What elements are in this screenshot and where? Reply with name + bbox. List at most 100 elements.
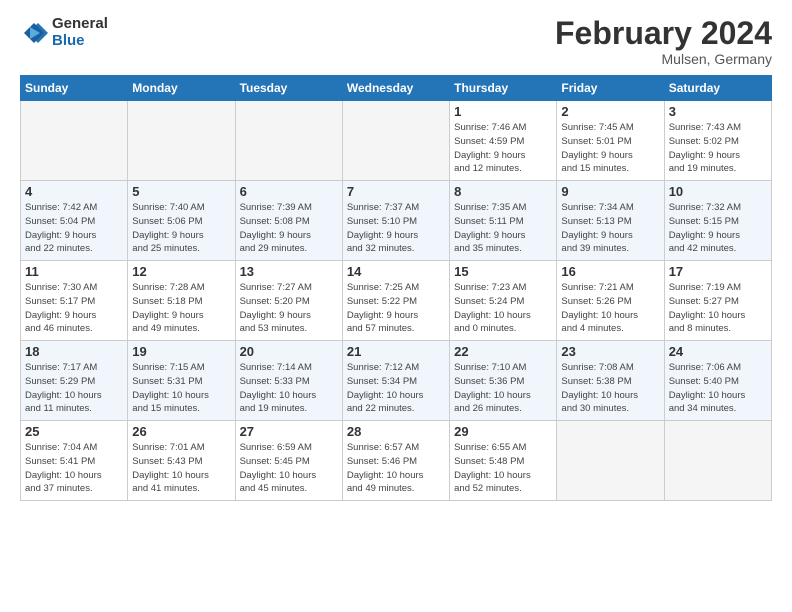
day-number: 15: [454, 264, 552, 279]
title-block: February 2024 Mulsen, Germany: [555, 16, 772, 67]
day-number: 17: [669, 264, 767, 279]
day-info: Sunrise: 7:25 AM Sunset: 5:22 PM Dayligh…: [347, 281, 445, 336]
calendar-title: February 2024: [555, 16, 772, 51]
day-info: Sunrise: 7:19 AM Sunset: 5:27 PM Dayligh…: [669, 281, 767, 336]
day-number: 21: [347, 344, 445, 359]
calendar-week-row: 1 Sunrise: 7:46 AM Sunset: 4:59 PM Daylig…: [21, 101, 772, 181]
day-number: 20: [240, 344, 338, 359]
table-row: 23 Sunrise: 7:08 AM Sunset: 5:38 PM Dayli…: [557, 341, 664, 421]
day-info: Sunrise: 7:46 AM Sunset: 4:59 PM Dayligh…: [454, 121, 552, 176]
day-info: Sunrise: 7:45 AM Sunset: 5:01 PM Dayligh…: [561, 121, 659, 176]
day-info: Sunrise: 7:21 AM Sunset: 5:26 PM Dayligh…: [561, 281, 659, 336]
table-row: 16 Sunrise: 7:21 AM Sunset: 5:26 PM Dayli…: [557, 261, 664, 341]
table-row: 25Sunrise: 7:04 AM Sunset: 5:41 PM Dayli…: [21, 421, 128, 501]
header-tuesday: Tuesday: [235, 76, 342, 101]
day-number: 6: [240, 184, 338, 199]
day-number: 25: [25, 424, 123, 439]
header: General Blue February 2024 Mulsen, Germa…: [20, 16, 772, 67]
table-row: 4 Sunrise: 7:42 AM Sunset: 5:04 PM Daylig…: [21, 181, 128, 261]
day-info: Sunrise: 7:42 AM Sunset: 5:04 PM Dayligh…: [25, 201, 123, 256]
page: General Blue February 2024 Mulsen, Germa…: [0, 0, 792, 612]
table-row: 13Sunrise: 7:27 AM Sunset: 5:20 PM Dayli…: [235, 261, 342, 341]
day-number: 27: [240, 424, 338, 439]
header-sunday: Sunday: [21, 76, 128, 101]
table-row: 29 Sunrise: 6:55 AM Sunset: 5:48 PM Dayli…: [450, 421, 557, 501]
logo: General Blue: [20, 16, 108, 49]
logo-blue-text: Blue: [52, 33, 108, 50]
day-number: 8: [454, 184, 552, 199]
calendar-week-row: 18 Sunrise: 7:17 AM Sunset: 5:29 PM Dayli…: [21, 341, 772, 421]
day-number: 5: [132, 184, 230, 199]
calendar-header-row: Sunday Monday Tuesday Wednesday Thursday…: [21, 76, 772, 101]
table-row: 12 Sunrise: 7:28 AM Sunset: 5:18 PM Dayli…: [128, 261, 235, 341]
day-info: Sunrise: 7:27 AM Sunset: 5:20 PM Dayligh…: [240, 281, 338, 336]
day-number: 9: [561, 184, 659, 199]
table-row: 2 Sunrise: 7:45 AM Sunset: 5:01 PM Daylig…: [557, 101, 664, 181]
table-row: 17 Sunrise: 7:19 AM Sunset: 5:27 PM Dayli…: [664, 261, 771, 341]
day-info: Sunrise: 7:08 AM Sunset: 5:38 PM Dayligh…: [561, 361, 659, 416]
table-row: 9 Sunrise: 7:34 AM Sunset: 5:13 PM Daylig…: [557, 181, 664, 261]
day-number: 2: [561, 104, 659, 119]
day-number: 11: [25, 264, 123, 279]
calendar-week-row: 11 Sunrise: 7:30 AM Sunset: 5:17 PM Dayli…: [21, 261, 772, 341]
day-info: Sunrise: 7:34 AM Sunset: 5:13 PM Dayligh…: [561, 201, 659, 256]
day-number: 29: [454, 424, 552, 439]
day-info: Sunrise: 7:43 AM Sunset: 5:02 PM Dayligh…: [669, 121, 767, 176]
day-info: Sunrise: 7:37 AM Sunset: 5:10 PM Dayligh…: [347, 201, 445, 256]
day-info: Sunrise: 7:12 AM Sunset: 5:34 PM Dayligh…: [347, 361, 445, 416]
logo-general-text: General: [52, 16, 108, 33]
day-number: 23: [561, 344, 659, 359]
day-info: Sunrise: 7:23 AM Sunset: 5:24 PM Dayligh…: [454, 281, 552, 336]
day-number: 10: [669, 184, 767, 199]
day-number: 28: [347, 424, 445, 439]
table-row: 26Sunrise: 7:01 AM Sunset: 5:43 PM Dayli…: [128, 421, 235, 501]
header-thursday: Thursday: [450, 76, 557, 101]
table-row: 28 Sunrise: 6:57 AM Sunset: 5:46 PM Dayli…: [342, 421, 449, 501]
table-row: 8 Sunrise: 7:35 AM Sunset: 5:11 PM Daylig…: [450, 181, 557, 261]
day-info: Sunrise: 7:15 AM Sunset: 5:31 PM Dayligh…: [132, 361, 230, 416]
header-saturday: Saturday: [664, 76, 771, 101]
day-info: Sunrise: 7:01 AM Sunset: 5:43 PM Dayligh…: [132, 441, 230, 496]
day-info: Sunrise: 7:30 AM Sunset: 5:17 PM Dayligh…: [25, 281, 123, 336]
day-number: 1: [454, 104, 552, 119]
table-row: 22Sunrise: 7:10 AM Sunset: 5:36 PM Dayli…: [450, 341, 557, 421]
day-number: 18: [25, 344, 123, 359]
table-row: [664, 421, 771, 501]
table-row: 6 Sunrise: 7:39 AM Sunset: 5:08 PM Daylig…: [235, 181, 342, 261]
day-info: Sunrise: 6:59 AM Sunset: 5:45 PM Dayligh…: [240, 441, 338, 496]
day-info: Sunrise: 7:06 AM Sunset: 5:40 PM Dayligh…: [669, 361, 767, 416]
logo-icon: [20, 19, 48, 47]
day-number: 7: [347, 184, 445, 199]
table-row: 18 Sunrise: 7:17 AM Sunset: 5:29 PM Dayli…: [21, 341, 128, 421]
day-info: Sunrise: 6:55 AM Sunset: 5:48 PM Dayligh…: [454, 441, 552, 496]
table-row: 10Sunrise: 7:32 AM Sunset: 5:15 PM Dayli…: [664, 181, 771, 261]
day-number: 19: [132, 344, 230, 359]
day-number: 12: [132, 264, 230, 279]
day-number: 4: [25, 184, 123, 199]
day-number: 14: [347, 264, 445, 279]
day-info: Sunrise: 7:35 AM Sunset: 5:11 PM Dayligh…: [454, 201, 552, 256]
table-row: 1 Sunrise: 7:46 AM Sunset: 4:59 PM Daylig…: [450, 101, 557, 181]
table-row: [342, 101, 449, 181]
calendar-subtitle: Mulsen, Germany: [555, 51, 772, 67]
table-row: [235, 101, 342, 181]
calendar-table: Sunday Monday Tuesday Wednesday Thursday…: [20, 75, 772, 501]
day-info: Sunrise: 7:39 AM Sunset: 5:08 PM Dayligh…: [240, 201, 338, 256]
day-number: 3: [669, 104, 767, 119]
table-row: 21 Sunrise: 7:12 AM Sunset: 5:34 PM Dayli…: [342, 341, 449, 421]
day-info: Sunrise: 7:17 AM Sunset: 5:29 PM Dayligh…: [25, 361, 123, 416]
header-friday: Friday: [557, 76, 664, 101]
table-row: [128, 101, 235, 181]
table-row: 7 Sunrise: 7:37 AM Sunset: 5:10 PM Daylig…: [342, 181, 449, 261]
header-wednesday: Wednesday: [342, 76, 449, 101]
table-row: 3 Sunrise: 7:43 AM Sunset: 5:02 PM Daylig…: [664, 101, 771, 181]
day-number: 16: [561, 264, 659, 279]
table-row: 11 Sunrise: 7:30 AM Sunset: 5:17 PM Dayli…: [21, 261, 128, 341]
table-row: 20Sunrise: 7:14 AM Sunset: 5:33 PM Dayli…: [235, 341, 342, 421]
day-info: Sunrise: 6:57 AM Sunset: 5:46 PM Dayligh…: [347, 441, 445, 496]
table-row: 19 Sunrise: 7:15 AM Sunset: 5:31 PM Dayli…: [128, 341, 235, 421]
table-row: 5Sunrise: 7:40 AM Sunset: 5:06 PM Daylig…: [128, 181, 235, 261]
day-info: Sunrise: 7:10 AM Sunset: 5:36 PM Dayligh…: [454, 361, 552, 416]
day-number: 24: [669, 344, 767, 359]
day-info: Sunrise: 7:28 AM Sunset: 5:18 PM Dayligh…: [132, 281, 230, 336]
